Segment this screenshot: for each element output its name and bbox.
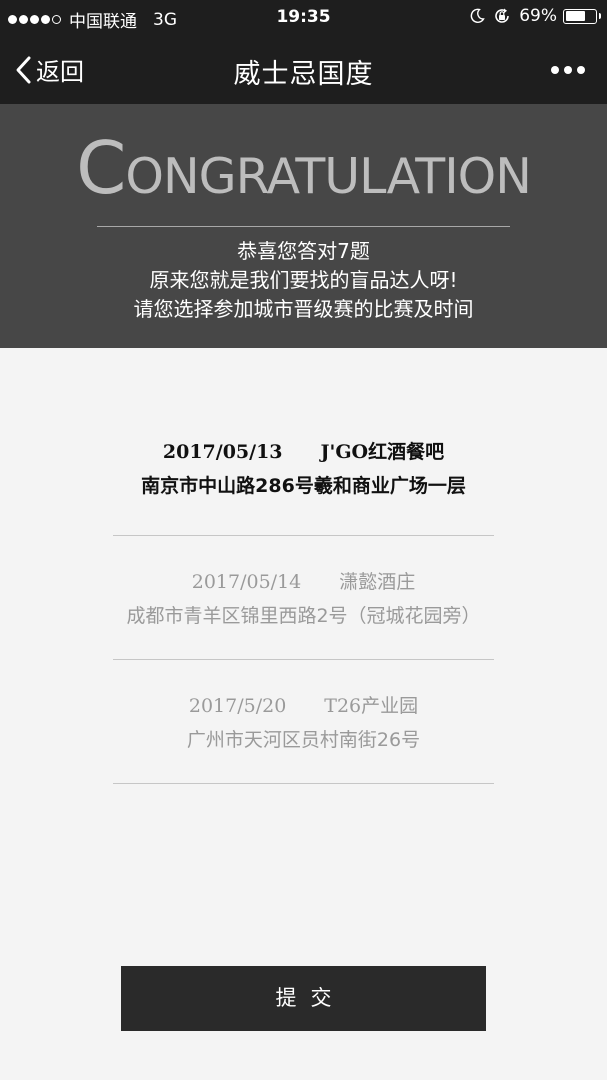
chevron-left-icon	[16, 56, 31, 83]
event-address: 成都市青羊区锦里西路2号（冠城花园旁）	[126, 605, 481, 627]
score-message: 恭喜您答对7题	[237, 239, 370, 263]
congratulation-title: CONGRATULATION	[0, 132, 607, 204]
banner-divider	[97, 226, 510, 227]
event-option-header: 2017/05/13 J'GO红酒餐吧	[0, 440, 607, 464]
option-divider	[113, 783, 494, 784]
nav-bar: 返回 威士忌国度	[0, 36, 607, 104]
instruction-message: 请您选择参加城市晋级赛的比赛及时间	[133, 297, 474, 321]
event-option-header: 2017/05/14 潇懿酒庄	[0, 570, 607, 594]
event-date: 2017/5/20	[188, 695, 287, 717]
congratulation-title-rest: ONGRATULATION	[125, 148, 532, 205]
carrier-name: 中国联通	[69, 12, 137, 32]
status-right: 69%	[469, 6, 601, 26]
event-option-chengdu[interactable]: 2017/05/14 潇懿酒庄 成都市青羊区锦里西路2号（冠城花园旁）	[0, 570, 607, 628]
submit-button[interactable]: 提交	[121, 966, 486, 1031]
event-date: 2017/05/13	[162, 441, 283, 463]
event-option-guangzhou[interactable]: 2017/5/20 T26产业园 广州市天河区员村南街26号	[0, 694, 607, 752]
status-left: 中国联通 3G	[8, 7, 177, 32]
rotation-lock-icon	[495, 8, 510, 23]
event-address: 广州市天河区员村南街26号	[186, 729, 421, 751]
event-option-nanjing[interactable]: 2017/05/13 J'GO红酒餐吧 南京市中山路286号羲和商业广场一层	[0, 440, 607, 498]
event-venue: J'GO红酒餐吧	[320, 441, 445, 463]
battery-percentage: 69%	[519, 6, 557, 26]
status-bar: 中国联通 3G 19:35 69%	[0, 0, 607, 36]
network-type: 3G	[153, 9, 177, 30]
page-title: 威士忌国度	[233, 59, 374, 90]
event-date: 2017/05/14	[191, 571, 302, 593]
battery-level-fill	[565, 11, 585, 21]
event-address: 南京市中山路286号羲和商业广场一层	[141, 475, 466, 497]
back-label: 返回	[36, 58, 84, 86]
banner-message: 恭喜您答对7题 原来您就是我们要找的盲品达人呀! 请您选择参加城市晋级赛的比赛及…	[0, 237, 607, 324]
event-options: 2017/05/13 J'GO红酒餐吧 南京市中山路286号羲和商业广场一层 20…	[0, 440, 607, 784]
option-divider	[113, 535, 494, 536]
moon-icon	[470, 8, 485, 23]
option-divider	[113, 659, 494, 660]
congratulation-banner: CONGRATULATION 恭喜您答对7题 原来您就是我们要找的盲品达人呀! …	[0, 104, 607, 348]
congratulation-title-cap: C	[76, 126, 126, 210]
battery-icon	[563, 8, 601, 24]
event-venue: 潇懿酒庄	[339, 571, 416, 593]
event-venue: T26产业园	[324, 695, 419, 717]
event-option-header: 2017/5/20 T26产业园	[0, 694, 607, 718]
more-options-icon[interactable]	[546, 66, 585, 74]
signal-strength-icon	[8, 15, 63, 24]
back-button[interactable]: 返回	[14, 52, 84, 87]
praise-message: 原来您就是我们要找的盲品达人呀!	[149, 268, 458, 292]
